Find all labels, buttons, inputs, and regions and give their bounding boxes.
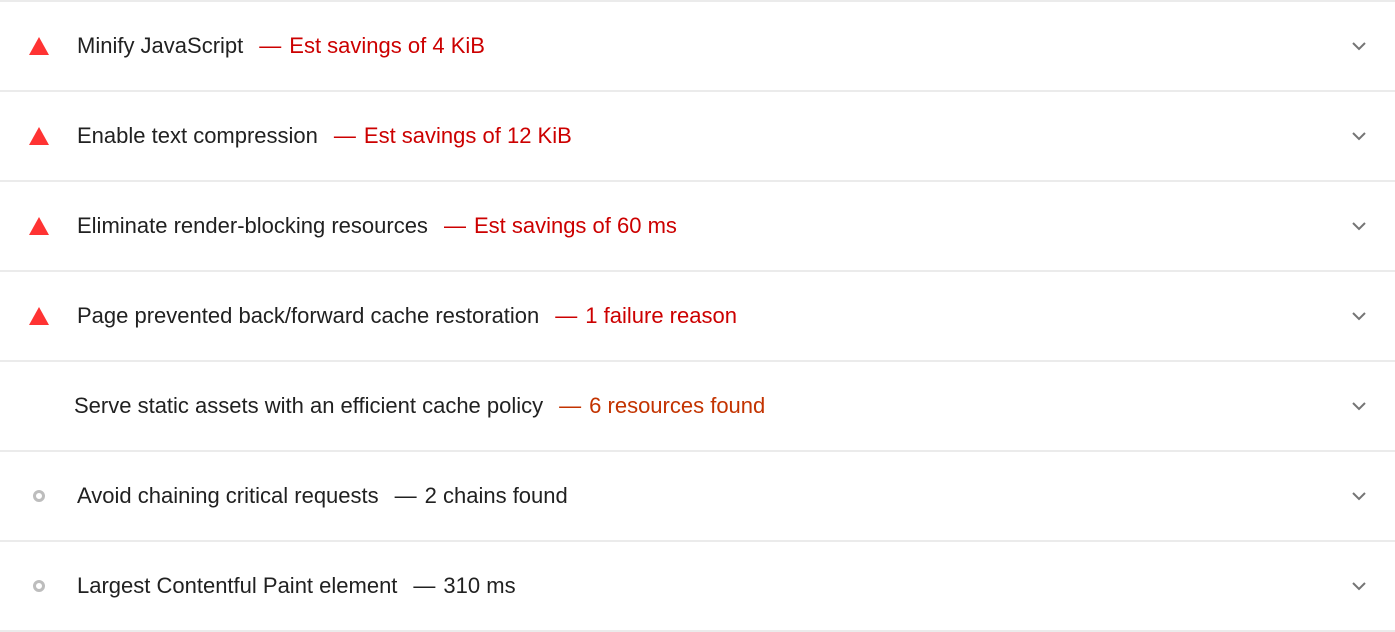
audit-separator: — <box>559 393 582 418</box>
audit-separator: — <box>443 213 466 238</box>
warning-triangle-icon <box>28 35 50 57</box>
audit-text: Minify JavaScript — Est savings of 4 KiB <box>77 33 485 59</box>
audit-text: Avoid chaining critical requests — 2 chain… <box>77 483 568 509</box>
audit-separator: — <box>394 483 417 508</box>
audit-row-text-compression[interactable]: Enable text compression — Est savings of 1… <box>0 92 1395 182</box>
audit-title: Eliminate render-blocking resources <box>77 213 428 238</box>
audit-separator: — <box>259 33 282 58</box>
audit-display-value: 310 ms <box>443 573 516 598</box>
audit-display-value: Est savings of 60 ms <box>473 213 677 238</box>
audit-text: Eliminate render-blocking resources — Est … <box>77 213 677 239</box>
audit-display-value: 1 failure reason <box>585 303 737 328</box>
chevron-down-icon[interactable] <box>1351 308 1367 324</box>
audit-row-critical-requests[interactable]: Avoid chaining critical requests — 2 chain… <box>0 452 1395 542</box>
audit-text: Enable text compression — Est savings of 1… <box>77 123 572 149</box>
audit-separator: — <box>555 303 578 328</box>
audit-separator: — <box>333 123 356 148</box>
chevron-down-icon[interactable] <box>1351 578 1367 594</box>
warning-triangle-icon <box>28 305 50 327</box>
info-circle-icon <box>28 485 50 507</box>
audit-text: Page prevented back/forward cache restor… <box>77 303 737 329</box>
chevron-down-icon[interactable] <box>1351 218 1367 234</box>
audit-display-value: 2 chains found <box>424 483 568 508</box>
audit-row-render-blocking[interactable]: Eliminate render-blocking resources — Est … <box>0 182 1395 272</box>
chevron-down-icon[interactable] <box>1351 398 1367 414</box>
audit-title: Page prevented back/forward cache restor… <box>77 303 540 328</box>
chevron-down-icon[interactable] <box>1351 488 1367 504</box>
audit-display-value: Est savings of 12 KiB <box>363 123 572 148</box>
audit-separator: — <box>413 573 436 598</box>
warning-triangle-icon <box>28 125 50 147</box>
audit-display-value: 6 resources found <box>589 393 766 418</box>
audit-row-cache-policy[interactable]: Serve static assets with an efficient ca… <box>0 362 1395 452</box>
audit-title: Minify JavaScript <box>77 33 244 58</box>
audit-list: Minify JavaScript — Est savings of 4 KiB E… <box>0 0 1395 632</box>
audit-row-minify-javascript[interactable]: Minify JavaScript — Est savings of 4 KiB <box>0 2 1395 92</box>
audit-title: Enable text compression <box>77 123 318 148</box>
audit-title: Serve static assets with an efficient ca… <box>74 393 544 418</box>
audit-text: Largest Contentful Paint element — 310 ms <box>77 573 516 599</box>
audit-display-value: Est savings of 4 KiB <box>289 33 485 58</box>
chevron-down-icon[interactable] <box>1351 128 1367 144</box>
audit-title: Largest Contentful Paint element <box>77 573 398 598</box>
info-circle-icon <box>28 575 50 597</box>
audit-title: Avoid chaining critical requests <box>77 483 379 508</box>
audit-row-bfcache[interactable]: Page prevented back/forward cache restor… <box>0 272 1395 362</box>
chevron-down-icon[interactable] <box>1351 38 1367 54</box>
audit-row-lcp-element[interactable]: Largest Contentful Paint element — 310 ms <box>0 542 1395 632</box>
warning-triangle-icon <box>28 215 50 237</box>
audit-text: Serve static assets with an efficient ca… <box>74 393 765 419</box>
